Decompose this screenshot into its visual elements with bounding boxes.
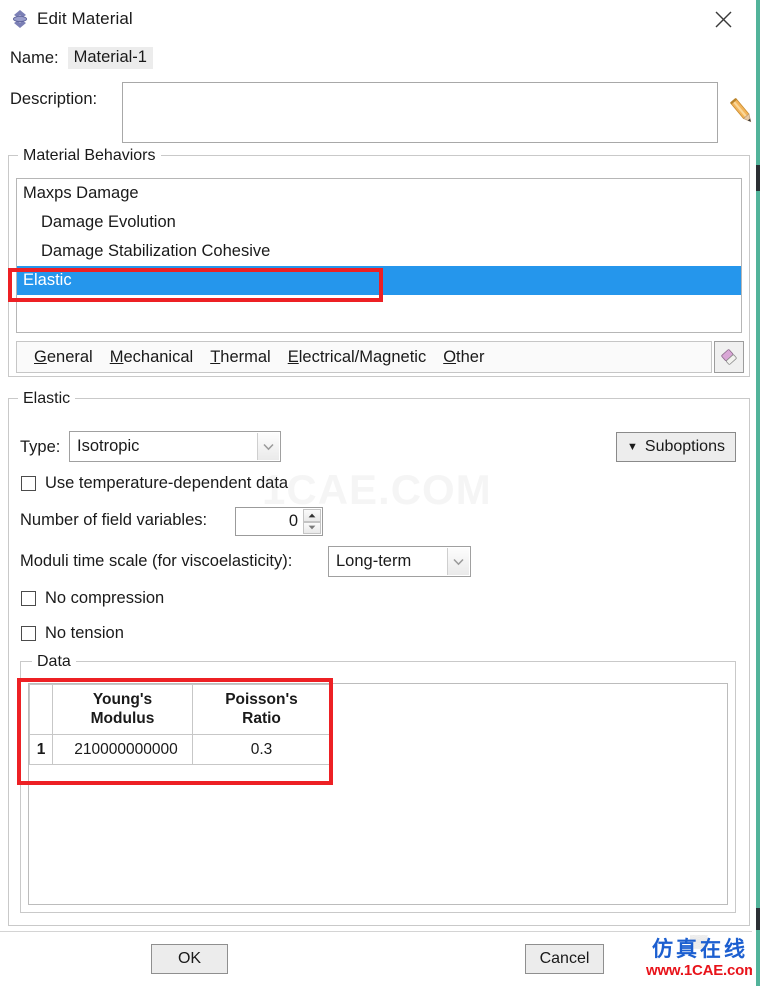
menu-mechanical[interactable]: Mechanical xyxy=(110,348,193,367)
number-of-field-variables-label: Number of field variables: xyxy=(20,511,208,529)
menu-electrical-mnemonic: E xyxy=(287,347,299,366)
menu-general-rest: eneral xyxy=(46,347,93,366)
elastic-data-table[interactable]: Young's Modulus Poisson's Ratio 1 210000… xyxy=(29,684,331,765)
no-tension-label: No tension xyxy=(45,624,124,642)
number-of-field-variables-stepper[interactable]: 0 xyxy=(235,507,323,536)
table-header-index xyxy=(29,684,53,735)
youngs-modulus-line2: Modulus xyxy=(90,709,155,727)
material-name-row: Name: Material-1 xyxy=(10,47,153,69)
list-item[interactable]: Damage Evolution xyxy=(17,208,741,237)
behavior-category-menubar: General Mechanical Thermal Electrical/Ma… xyxy=(16,341,712,373)
material-name-value[interactable]: Material-1 xyxy=(67,47,153,69)
poissons-ratio-line1: Poisson's xyxy=(225,691,298,709)
list-item[interactable]: Maxps Damage xyxy=(17,179,741,208)
menu-thermal-mnemonic: T xyxy=(210,347,221,366)
table-header-row: Young's Modulus Poisson's Ratio xyxy=(29,684,331,735)
stepper-buttons[interactable] xyxy=(303,509,321,534)
triangle-down-icon: ▼ xyxy=(627,441,638,453)
description-row: Description: xyxy=(10,82,752,144)
close-icon[interactable] xyxy=(706,4,740,34)
table-row[interactable]: 1 210000000000 0.3 xyxy=(29,734,331,765)
cancel-button[interactable]: Cancel xyxy=(525,944,604,974)
menu-general[interactable]: General xyxy=(34,348,93,367)
checkbox-box[interactable] xyxy=(21,476,36,491)
elastic-type-value: Isotropic xyxy=(77,437,140,455)
material-name-label: Name: xyxy=(10,48,59,67)
menu-other[interactable]: Other xyxy=(443,348,484,367)
menu-thermal[interactable]: Thermal xyxy=(210,348,271,367)
chevron-down-icon[interactable] xyxy=(447,548,469,575)
window-title: Edit Material xyxy=(37,8,133,28)
checkbox-box[interactable] xyxy=(21,626,36,641)
no-tension-checkbox[interactable]: No tension xyxy=(21,624,124,643)
menu-electrical-magnetic[interactable]: Electrical/Magnetic xyxy=(288,348,426,367)
menu-general-mnemonic: G xyxy=(34,347,47,366)
elastic-type-select[interactable]: Isotropic xyxy=(69,431,281,462)
no-compression-checkbox[interactable]: No compression xyxy=(21,589,164,608)
moduli-time-scale-value: Long-term xyxy=(336,552,412,570)
poissons-ratio-line2: Ratio xyxy=(242,709,281,727)
stepper-down-icon[interactable] xyxy=(303,521,321,534)
corner-watermark-url: www.1CAE.com xyxy=(646,962,758,979)
suboptions-button[interactable]: ▼ Suboptions xyxy=(616,432,736,462)
table-header-youngs-modulus: Young's Modulus xyxy=(52,684,193,735)
menu-mechanical-mnemonic: M xyxy=(109,347,124,366)
use-temperature-dependent-data-label: Use temperature-dependent data xyxy=(45,474,289,492)
moduli-time-scale-select[interactable]: Long-term xyxy=(328,546,471,577)
data-group-title: Data xyxy=(32,653,76,671)
right-edge-tick-bottom xyxy=(756,908,760,930)
description-input[interactable] xyxy=(122,82,718,143)
elastic-group-title: Elastic xyxy=(18,390,76,408)
suboptions-button-label: Suboptions xyxy=(644,438,725,455)
cell-youngs-modulus[interactable]: 210000000000 xyxy=(52,734,193,765)
material-behaviors-list[interactable]: Maxps Damage Damage Evolution Damage Sta… xyxy=(16,178,742,333)
data-table-area[interactable]: Young's Modulus Poisson's Ratio 1 210000… xyxy=(28,683,728,905)
ok-button[interactable]: OK xyxy=(151,944,228,974)
menu-other-rest: ther xyxy=(456,347,485,366)
youngs-modulus-line1: Young's xyxy=(92,691,153,709)
list-item[interactable]: Damage Stabilization Cohesive xyxy=(17,237,741,266)
right-edge-tick-top xyxy=(756,165,760,191)
cell-poissons-ratio[interactable]: 0.3 xyxy=(192,734,331,765)
footer-divider xyxy=(0,931,752,932)
use-temperature-dependent-data-checkbox[interactable]: Use temperature-dependent data xyxy=(21,474,288,493)
stepper-up-icon[interactable] xyxy=(303,509,321,522)
table-row-index: 1 xyxy=(29,734,53,765)
menu-mechanical-rest: echanical xyxy=(123,347,194,366)
description-label: Description: xyxy=(10,90,98,108)
chevron-down-icon[interactable] xyxy=(257,433,279,460)
no-compression-label: No compression xyxy=(45,589,165,607)
menu-electrical-rest: lectrical/Magnetic xyxy=(298,347,427,366)
abaqus-diamond-icon xyxy=(9,8,31,30)
menu-thermal-rest: hermal xyxy=(220,347,271,366)
elastic-type-label: Type: xyxy=(20,438,61,456)
edit-material-dialog: Edit Material Name: Material-1 Descripti… xyxy=(0,0,760,986)
title-bar: Edit Material xyxy=(0,0,752,37)
table-header-poissons-ratio: Poisson's Ratio xyxy=(192,684,331,735)
corner-ghost-mark: ▓▓ xyxy=(690,934,708,948)
right-edge-strip-inner xyxy=(752,0,756,986)
checkbox-box[interactable] xyxy=(21,591,36,606)
list-item-elastic-selected[interactable]: Elastic xyxy=(17,266,741,295)
eraser-icon[interactable] xyxy=(714,341,744,373)
moduli-time-scale-label: Moduli time scale (for viscoelasticity): xyxy=(20,552,293,570)
material-behaviors-group-title: Material Behaviors xyxy=(18,147,161,165)
menu-other-mnemonic: O xyxy=(443,347,457,366)
